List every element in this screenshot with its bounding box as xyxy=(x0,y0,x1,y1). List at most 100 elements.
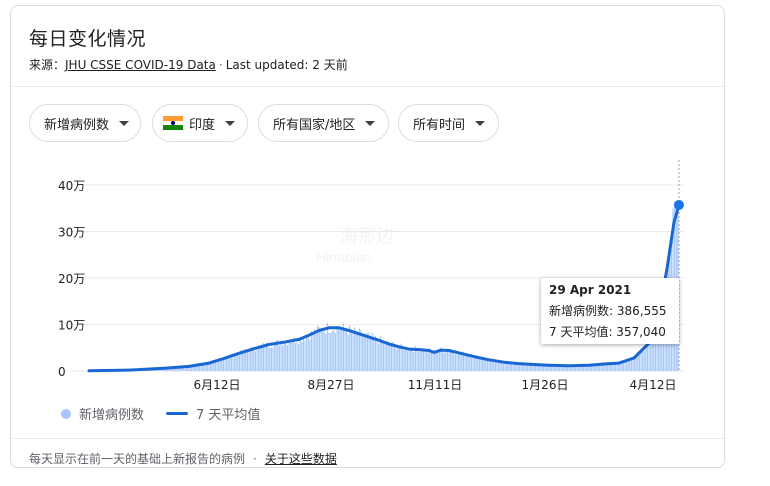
daily-bar xyxy=(328,332,330,371)
daily-bar xyxy=(451,351,453,371)
daily-bar xyxy=(248,352,250,371)
daily-bar xyxy=(643,350,645,371)
daily-bar xyxy=(366,333,368,371)
daily-bar xyxy=(355,330,357,371)
daily-bar xyxy=(446,350,448,371)
daily-bar xyxy=(234,355,236,371)
tooltip-new-cases: 新增病例数: 386,555 xyxy=(549,304,667,318)
daily-bar xyxy=(422,348,424,371)
daily-bar xyxy=(486,359,488,371)
daily-bar xyxy=(454,354,456,371)
daily-bar xyxy=(406,350,408,371)
daily-bar xyxy=(395,349,397,371)
daily-bar xyxy=(398,346,400,371)
daily-bar xyxy=(365,333,367,371)
daily-bar xyxy=(339,329,341,371)
x-tick-label: 6月12日 xyxy=(194,378,241,392)
daily-bar xyxy=(640,351,642,371)
daily-bar xyxy=(424,351,426,371)
daily-bar xyxy=(430,350,432,371)
daily-bar xyxy=(427,351,429,371)
daily-bar xyxy=(267,347,269,371)
daily-bar xyxy=(426,348,428,371)
daily-bar xyxy=(370,336,372,371)
daily-bar xyxy=(464,356,466,371)
daily-bar xyxy=(269,347,271,371)
daily-bar xyxy=(472,357,474,371)
x-tick-label: 1月26日 xyxy=(522,378,569,392)
daily-bar xyxy=(237,353,239,371)
daily-bar xyxy=(352,331,354,371)
daily-bar xyxy=(296,342,298,371)
daily-bar xyxy=(286,345,288,371)
daily-bar xyxy=(304,340,306,371)
daily-bar xyxy=(330,332,332,371)
daily-bar xyxy=(488,360,490,371)
daily-bar xyxy=(461,353,463,371)
daily-bar xyxy=(274,343,276,371)
daily-bar xyxy=(374,335,376,371)
daily-bar xyxy=(270,347,272,371)
daily-bar xyxy=(614,364,616,371)
daily-bar xyxy=(482,358,484,371)
daily-bar xyxy=(322,332,324,371)
daily-bar xyxy=(384,343,386,371)
daily-bar xyxy=(416,349,418,371)
daily-bar xyxy=(443,352,445,371)
daily-bar xyxy=(299,337,301,371)
daily-bar xyxy=(459,353,461,371)
daily-bar xyxy=(405,346,407,371)
daily-bar xyxy=(470,357,472,371)
daily-bar xyxy=(502,362,504,371)
daily-bar xyxy=(282,345,284,371)
daily-bar xyxy=(413,352,415,371)
daily-bar xyxy=(309,339,311,371)
daily-bar xyxy=(626,361,628,371)
daily-bar xyxy=(331,331,333,371)
daily-bar xyxy=(504,363,506,371)
daily-bar xyxy=(438,350,440,371)
daily-bar xyxy=(202,364,204,371)
daily-bar xyxy=(435,353,437,371)
x-axis-labels: 6月12日 8月27日 11月11日 1月26日 4月12日 xyxy=(194,378,677,392)
daily-bar xyxy=(246,350,248,371)
daily-bar xyxy=(338,328,340,371)
daily-bar xyxy=(645,345,647,371)
watermark-en: Hinabian xyxy=(316,249,371,265)
daily-bar xyxy=(387,341,389,371)
daily-bar xyxy=(402,346,404,371)
daily-bar xyxy=(283,343,285,371)
daily-bar xyxy=(450,351,452,371)
daily-bar xyxy=(515,364,517,371)
y-tick-label: 20万 xyxy=(58,272,85,286)
x-tick-label: 8月27日 xyxy=(308,378,355,392)
daily-bar xyxy=(326,322,328,371)
daily-bar xyxy=(437,351,439,371)
daily-bar xyxy=(291,342,293,371)
daily-bar xyxy=(390,344,392,371)
daily-bar xyxy=(253,350,255,371)
daily-bar xyxy=(448,351,450,371)
y-axis-labels: 40万 30万 20万 10万 0 xyxy=(58,179,85,379)
cases-chart[interactable]: 海那边 Hinabian 40万 30万 20万 10万 0 6月12日 8月27日 11月… xyxy=(0,0,770,486)
daily-bar xyxy=(456,354,458,371)
daily-bar xyxy=(442,349,444,371)
daily-bar xyxy=(477,359,479,371)
watermark-cn: 海那边 xyxy=(340,226,394,246)
daily-bar xyxy=(480,358,482,371)
daily-bar xyxy=(510,363,512,371)
daily-bar xyxy=(408,350,410,371)
daily-bar xyxy=(453,352,455,371)
daily-bar xyxy=(336,326,338,371)
daily-bar xyxy=(638,355,640,371)
daily-bar xyxy=(314,329,316,371)
daily-bar xyxy=(478,357,480,371)
daily-bar xyxy=(318,327,320,371)
daily-bar xyxy=(494,361,496,371)
daily-bar xyxy=(278,345,280,371)
daily-bar xyxy=(421,351,423,371)
daily-bar xyxy=(242,352,244,371)
daily-bar xyxy=(347,334,349,371)
daily-bar xyxy=(222,359,224,371)
daily-bar xyxy=(386,340,388,371)
